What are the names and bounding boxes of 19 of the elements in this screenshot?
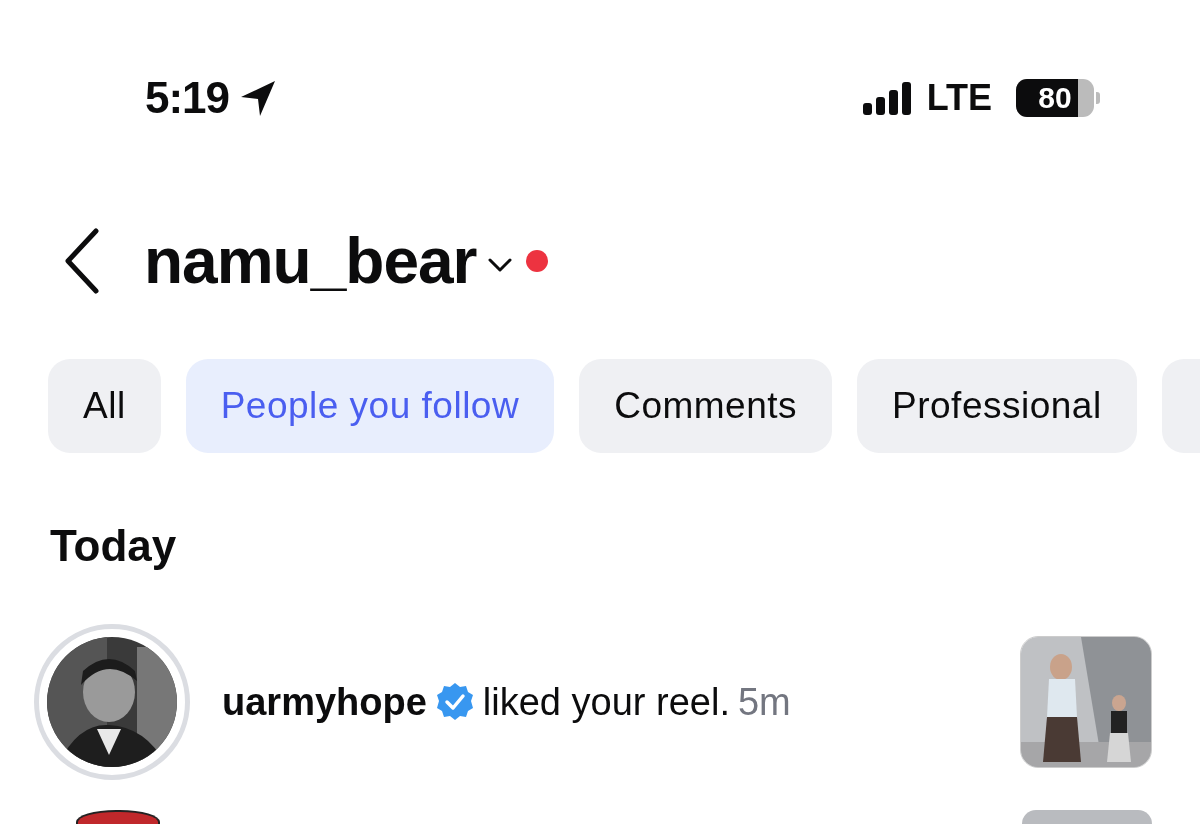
post-thumbnail[interactable] [1022, 810, 1152, 824]
notification-text: liked your reel. [482, 680, 730, 724]
filter-tab[interactable]: People you follow [185, 359, 555, 453]
signal-icon [862, 81, 911, 115]
filter-tab[interactable]: All [48, 359, 161, 453]
location-arrow-icon [239, 79, 278, 117]
story-ring[interactable] [34, 624, 190, 780]
avatar[interactable] [76, 810, 160, 824]
status-time: 5:19 [145, 73, 230, 123]
filter-tab[interactable]: Comments [579, 359, 833, 453]
timestamp: 5m [737, 680, 791, 724]
section-heading: Today [50, 521, 178, 572]
chevron-down-icon[interactable] [488, 257, 513, 273]
filter-tab[interactable]: Professional [857, 359, 1137, 453]
username[interactable]: uarmyhope [222, 680, 427, 724]
back-icon[interactable] [62, 228, 102, 294]
battery-percent: 80 [1038, 81, 1072, 115]
account-name[interactable]: namu_bear [144, 224, 477, 298]
network-label: LTE [926, 77, 992, 119]
